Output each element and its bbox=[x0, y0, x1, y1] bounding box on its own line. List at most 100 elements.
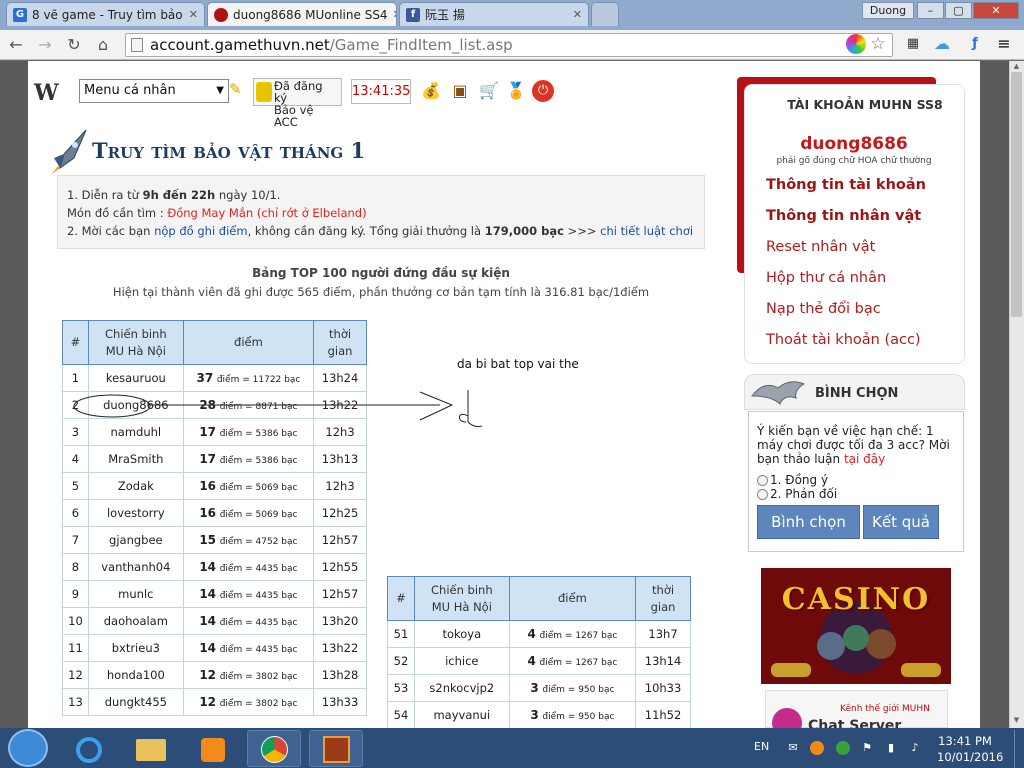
player-cell[interactable]: ichice bbox=[413, 647, 510, 675]
volume-icon[interactable]: ♪ bbox=[908, 741, 922, 755]
cart-icon[interactable]: 🛒 bbox=[478, 80, 500, 102]
player-cell[interactable]: honda100 bbox=[87, 661, 184, 689]
tray-app-icon[interactable] bbox=[810, 741, 824, 755]
player-cell[interactable]: bxtrieu3 bbox=[87, 634, 184, 662]
submit-item-link[interactable]: nộp đồ ghi điểm bbox=[154, 224, 247, 238]
show-desktop-button[interactable] bbox=[1014, 730, 1024, 768]
money-bag-icon[interactable]: 💰 bbox=[420, 80, 442, 102]
language-indicator[interactable]: EN bbox=[754, 740, 769, 753]
tab-facebook[interactable]: f 阮玉 揚 ✕ bbox=[399, 2, 589, 26]
power-icon[interactable]: ⏻ bbox=[532, 80, 554, 102]
taskbar-time: 13:41 PM bbox=[938, 734, 992, 748]
account-info-link[interactable]: Thông tin tài khoản bbox=[766, 177, 926, 193]
cloud-icon[interactable]: ☁ bbox=[932, 34, 952, 54]
topup-link[interactable]: Nạp thẻ đổi bạc bbox=[766, 301, 881, 317]
points-cell: 14 điểm = 4435 bạc bbox=[182, 553, 315, 581]
player-cell[interactable]: Zodak bbox=[87, 472, 184, 500]
col-time: thời gian bbox=[313, 320, 367, 365]
network-icon[interactable]: ▮ bbox=[884, 741, 898, 755]
explorer-taskbar-icon[interactable] bbox=[124, 730, 178, 767]
media-taskbar-icon[interactable] bbox=[186, 730, 240, 767]
minimize-button[interactable]: – bbox=[917, 2, 944, 19]
player-cell[interactable]: s2nkocvjp2 bbox=[413, 674, 510, 702]
radio-icon[interactable] bbox=[757, 474, 768, 486]
close-icon[interactable]: ✕ bbox=[189, 8, 198, 21]
poll-option-agree[interactable]: 1. Đồng ý bbox=[757, 473, 828, 487]
player-cell[interactable]: daohoalam bbox=[87, 607, 184, 635]
extension-icon[interactable]: ƒ bbox=[965, 34, 985, 54]
site-logo-icon[interactable]: W bbox=[34, 80, 59, 106]
start-button[interactable] bbox=[8, 729, 48, 767]
unit-diem: điểm bbox=[219, 699, 243, 709]
points-detail: điểm = 1267 bạc bbox=[540, 658, 618, 668]
tab-muonline[interactable]: duong8686 MUonline SS4 ✕ bbox=[207, 2, 397, 26]
unit-eq: = bbox=[245, 537, 253, 547]
treasure-chest-icon[interactable]: ▣ bbox=[449, 80, 471, 102]
menu-icon[interactable]: ≡ bbox=[994, 34, 1014, 54]
reload-icon[interactable]: ↻ bbox=[64, 35, 84, 55]
home-icon[interactable]: ⌂ bbox=[93, 35, 113, 55]
inbox-link[interactable]: Hộp thư cá nhân bbox=[766, 270, 886, 286]
tray-flag-icon[interactable]: ⚑ bbox=[860, 741, 874, 755]
tray-mail-icon[interactable]: ✉ bbox=[786, 741, 800, 755]
radio-icon[interactable] bbox=[757, 488, 768, 500]
rank-cell: 51 bbox=[387, 620, 415, 648]
acc-protection-badge[interactable]: Đã đăng ký Bảo vệ ACC bbox=[253, 78, 342, 128]
unit-eq: = bbox=[245, 672, 253, 682]
ie-taskbar-icon[interactable] bbox=[62, 730, 116, 767]
rank-cell: 7 bbox=[62, 526, 89, 554]
player-cell[interactable]: dungkt455 bbox=[87, 688, 184, 716]
poll-option-disagree[interactable]: 2. Phản đối bbox=[757, 487, 837, 501]
player-cell[interactable]: tokoya bbox=[413, 620, 510, 648]
chat-ad-caption: Kênh thế giới MUHN bbox=[840, 704, 930, 714]
player-cell[interactable]: MraSmith bbox=[87, 445, 184, 473]
profile-button[interactable]: Duong bbox=[862, 2, 914, 19]
logout-link[interactable]: Thoát tài khoản (acc) bbox=[766, 332, 921, 348]
bookmark-star-icon[interactable]: ☆ bbox=[868, 34, 888, 54]
vote-button[interactable]: Bình chọn bbox=[757, 505, 860, 539]
player-cell[interactable]: munlc bbox=[87, 580, 184, 608]
rules-link[interactable]: chi tiết luật chơi bbox=[600, 224, 693, 238]
color-extension-icon[interactable] bbox=[846, 34, 866, 54]
qr-icon[interactable]: ▦ bbox=[903, 34, 923, 54]
window-close-button[interactable]: ✕ bbox=[973, 2, 1019, 19]
forward-icon[interactable]: → bbox=[35, 35, 55, 55]
col-time: thời gian bbox=[635, 576, 691, 621]
scroll-down-icon[interactable]: ▼ bbox=[1011, 716, 1022, 725]
tab-search[interactable]: G 8 vẽ game - Truy tìm bảo ✕ bbox=[6, 2, 205, 26]
poll-discuss-link[interactable]: tại đây bbox=[844, 452, 885, 466]
points-cell: 3 điểm = 950 bạc bbox=[508, 674, 637, 702]
rank-cell: 54 bbox=[387, 701, 415, 729]
menu-select-value: Menu cá nhân bbox=[84, 83, 176, 98]
bac-value: 4752 bbox=[255, 537, 279, 547]
unit-diem: điểm bbox=[219, 483, 243, 493]
close-icon[interactable]: ✕ bbox=[573, 8, 582, 21]
bac-value: 1267 bbox=[575, 658, 599, 668]
unit-bac: bạc bbox=[281, 483, 298, 493]
player-cell[interactable]: lovestorry bbox=[87, 499, 184, 527]
points-detail: điểm = 5386 bạc bbox=[220, 456, 298, 466]
medal-icon[interactable]: 🏅 bbox=[505, 80, 527, 102]
tray-green-icon[interactable] bbox=[836, 741, 850, 755]
results-button[interactable]: Kết quả bbox=[863, 505, 939, 539]
scrollbar-thumb[interactable] bbox=[1011, 72, 1022, 317]
casino-ad[interactable]: CASINO bbox=[761, 568, 951, 684]
address-bar[interactable]: account.gamethuvn.net/Game_FindItem_list… bbox=[125, 33, 893, 57]
new-tab-button[interactable] bbox=[591, 2, 619, 26]
rank-cell: 11 bbox=[62, 634, 89, 662]
maximize-button[interactable]: ▢ bbox=[945, 2, 972, 19]
player-cell[interactable]: gjangbee bbox=[87, 526, 184, 554]
back-icon[interactable]: ← bbox=[6, 35, 26, 55]
taskbar-clock[interactable]: 13:41 PM 10/01/2016 bbox=[937, 733, 1003, 765]
personal-menu-select[interactable]: Menu cá nhân ▼ bbox=[79, 79, 229, 103]
table-row: 52 ichice 4 điểm = 1267 bạc 13h14 bbox=[387, 647, 691, 675]
game-taskbar-icon[interactable] bbox=[309, 730, 363, 767]
scroll-up-icon[interactable]: ▲ bbox=[1011, 62, 1022, 71]
player-cell[interactable]: mayvanui bbox=[413, 701, 510, 729]
reset-character-link[interactable]: Reset nhân vật bbox=[766, 239, 875, 255]
player-cell[interactable]: vanthanh04 bbox=[87, 553, 184, 581]
character-info-link[interactable]: Thông tin nhân vật bbox=[766, 208, 921, 224]
close-icon[interactable]: ✕ bbox=[393, 8, 396, 21]
chrome-taskbar-icon[interactable] bbox=[247, 730, 301, 767]
pencil-icon[interactable]: ✎ bbox=[229, 80, 242, 98]
